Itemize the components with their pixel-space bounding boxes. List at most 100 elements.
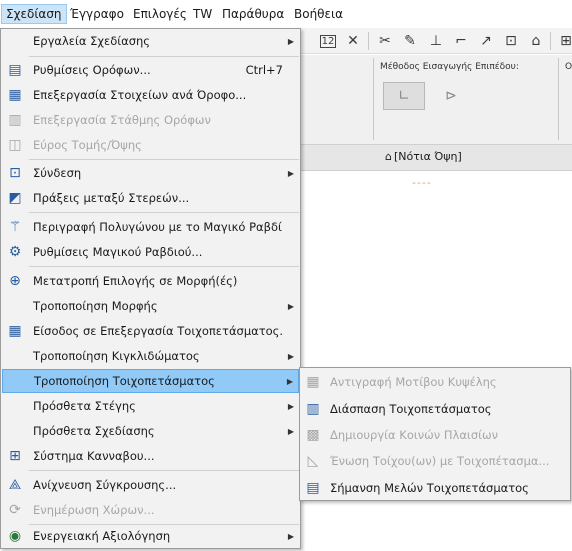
menu-item-label: Τροποποίηση Κιγκλιδώματος bbox=[33, 349, 200, 363]
submenu-item-explode-curtain-wall[interactable]: ▥ Διάσπαση Τοιχοπετάσματος bbox=[301, 396, 569, 421]
submenu-item-label: Αντιγραφή Μοτίβου Κυψέλης bbox=[330, 374, 497, 389]
submenu-arrow-icon: ▶ bbox=[287, 351, 294, 361]
menu-item-update-zones[interactable]: ⟳ Ενημέρωση Χώρων... bbox=[2, 498, 299, 522]
energy-evaluation-icon: ◉ bbox=[8, 528, 22, 544]
submenu-arrow-icon: ▶ bbox=[287, 301, 294, 311]
menu-item-magic-wand-settings[interactable]: ⚙ Ρυθμίσεις Μαγικού Ραβδιού... bbox=[2, 240, 299, 264]
submenu-arrow-icon: ▶ bbox=[286, 376, 293, 386]
story-levels-icon: ▥ bbox=[8, 112, 22, 128]
menu-item-label: Πρόσθετα Σχεδίασης bbox=[33, 424, 155, 438]
menu-item-label: Επεξεργασία Στάθμης Ορόφων bbox=[33, 113, 211, 127]
toolbar-cross-icon[interactable]: ✕ bbox=[343, 31, 363, 51]
toolbar-12-icon[interactable]: 12 bbox=[318, 31, 338, 51]
method-label-right: Ο bbox=[565, 62, 572, 72]
menu-item-curtain-wall-edit[interactable]: ▦ Είσοδος σε Επεξεργασία Τοιχοπετάσματος… bbox=[2, 319, 299, 343]
method-label: Μέθοδος Εισαγωγής Επιπέδου: bbox=[380, 62, 519, 72]
menu-separator bbox=[29, 212, 299, 213]
menu-item-section-range[interactable]: ◫ Εύρος Τομής/Όψης bbox=[2, 133, 299, 157]
submenu-item-label: Σήμανση Μελών Τοιχοπετάσματος bbox=[330, 480, 529, 495]
menu-item-design-tools[interactable]: Εργαλεία Σχεδίασης ▶ bbox=[2, 29, 299, 53]
menu-item-shortcut: Ctrl+7 bbox=[245, 63, 283, 77]
menu-item-label: Μετατροπή Επιλογής σε Μορφή(ές) bbox=[33, 274, 238, 288]
menu-item-label: Τροποποίηση Μορφής bbox=[33, 299, 158, 313]
drawing-marker: ---- bbox=[412, 176, 432, 189]
house-icon: ⌂ bbox=[385, 150, 392, 163]
menu-separator bbox=[29, 266, 299, 267]
method-button-single[interactable]: ∟ bbox=[383, 82, 425, 110]
info-separator bbox=[558, 58, 559, 140]
curtain-wall-submenu: ▦ Αντιγραφή Μοτίβου Κυψέλης ▥ Διάσπαση Τ… bbox=[299, 367, 571, 501]
merge-wall-icon: ◺ bbox=[307, 452, 319, 469]
submenu-arrow-icon: ▶ bbox=[287, 531, 294, 541]
submenu-item-label: Ένωση Τοίχου(ων) με Τοιχοπέτασμα... bbox=[330, 453, 550, 468]
submenu-item-label-members[interactable]: ▤ Σήμανση Μελών Τοιχοπετάσματος bbox=[301, 475, 569, 500]
method-button-other[interactable]: ⊳ bbox=[430, 82, 472, 110]
menu-item-label: Εργαλεία Σχεδίασης bbox=[33, 34, 151, 48]
submenu-arrow-icon: ▶ bbox=[287, 401, 294, 411]
menu-document[interactable]: Έγγραφο bbox=[66, 4, 128, 24]
submenu-arrow-icon: ▶ bbox=[287, 36, 294, 46]
collision-detection-icon: ⟁ bbox=[8, 477, 22, 493]
menu-item-label: Περιγραφή Πολυγώνου με το Μαγικό Ραβδί bbox=[33, 220, 282, 234]
menu-item-modify-morph[interactable]: Τροποποίηση Μορφής ▶ bbox=[2, 294, 299, 318]
menu-item-convert-to-morph[interactable]: ⊕ Μετατροπή Επιλογής σε Μορφή(ές) bbox=[2, 269, 299, 293]
submenu-item-label: Δημιουργία Κοινών Πλαισίων bbox=[330, 427, 499, 442]
solid-operations-icon: ◩ bbox=[8, 190, 22, 206]
menu-windows[interactable]: Παράθυρα bbox=[218, 4, 288, 24]
menu-item-label: Τροποποίηση Τοιχοπετάσματος bbox=[34, 374, 215, 388]
menu-item-label: Επεξεργασία Στοιχείων ανά Όροφο... bbox=[33, 88, 247, 102]
curve-icon[interactable]: ↗ bbox=[476, 31, 496, 51]
resize-icon[interactable]: ⊡ bbox=[501, 31, 521, 51]
submenu-item-merge-wall[interactable]: ◺ Ένωση Τοίχου(ων) με Τοιχοπέτασμα... bbox=[301, 448, 569, 473]
menu-separator bbox=[29, 159, 299, 160]
house-icon[interactable]: ⌂ bbox=[526, 31, 546, 51]
submenu-item-copy-cell-pattern[interactable]: ▦ Αντιγραφή Μοτίβου Κυψέλης bbox=[301, 369, 569, 394]
menu-item-magic-wand[interactable]: ⚚ Περιγραφή Πολυγώνου με το Μαγικό Ραβδί bbox=[2, 215, 299, 239]
magic-wand-icon: ⚚ bbox=[8, 219, 22, 235]
toolbar-separator bbox=[368, 32, 369, 50]
grid-icon[interactable]: ⊞ bbox=[556, 31, 572, 51]
menu-separator bbox=[29, 470, 299, 471]
menu-item-label: Πρόσθετα Στέγης bbox=[33, 399, 136, 413]
menu-item-story-levels[interactable]: ▥ Επεξεργασία Στάθμης Ορόφων bbox=[2, 108, 299, 132]
menu-item-story-settings[interactable]: ▤ Ρυθμίσεις Ορόφων... Ctrl+7 bbox=[2, 58, 299, 82]
menu-separator bbox=[29, 56, 299, 57]
story-settings-icon: ▤ bbox=[8, 62, 22, 78]
menu-item-edit-by-story[interactable]: ▦ Επεξεργασία Στοιχείων ανά Όροφο... bbox=[2, 83, 299, 107]
update-zones-icon: ⟳ bbox=[9, 502, 21, 518]
connect-icon: ⊡ bbox=[9, 165, 21, 181]
menu-item-label: Ρυθμίσεις Μαγικού Ραβδιού... bbox=[33, 245, 203, 259]
elevate-icon[interactable]: ⊥ bbox=[426, 31, 446, 51]
label-members-icon: ▤ bbox=[306, 479, 320, 496]
scissors-icon[interactable]: ✂ bbox=[375, 31, 395, 51]
menu-options[interactable]: Επιλογές bbox=[129, 4, 191, 24]
grid-system-icon: ⊞ bbox=[9, 448, 21, 464]
menu-item-modify-curtain-wall[interactable]: Τροποποίηση Τοιχοπετάσματος ▶ bbox=[2, 369, 299, 393]
tab-south-view[interactable]: ⌂ [Νότια Όψη] bbox=[385, 150, 462, 163]
menu-item-connect[interactable]: ⊡ Σύνδεση ▶ bbox=[2, 161, 299, 185]
corner-icon[interactable]: ⌐ bbox=[451, 31, 471, 51]
menu-bar: Σχεδίαση Έγγραφο Επιλογές TW Παράθυρα Βο… bbox=[0, 0, 572, 28]
magic-wand-settings-icon: ⚙ bbox=[8, 244, 22, 260]
menu-item-label: Ενημέρωση Χώρων... bbox=[33, 503, 155, 517]
menu-item-energy-evaluation[interactable]: ◉ Ενεργειακή Αξιολόγηση ▶ bbox=[2, 524, 299, 548]
eyedropper-icon[interactable]: ✎ bbox=[400, 31, 420, 51]
menu-design[interactable]: Σχεδίαση bbox=[1, 4, 67, 24]
menu-item-modify-railing[interactable]: Τροποποίηση Κιγκλιδώματος ▶ bbox=[2, 344, 299, 368]
menu-item-label: Ρυθμίσεις Ορόφων... bbox=[33, 63, 151, 77]
menu-tw[interactable]: TW bbox=[189, 4, 216, 24]
menu-item-design-extras[interactable]: Πρόσθετα Σχεδίασης ▶ bbox=[2, 419, 299, 443]
menu-help[interactable]: Βοήθεια bbox=[290, 4, 347, 24]
edit-by-story-icon: ▦ bbox=[8, 87, 22, 103]
menu-item-solid-operations[interactable]: ◩ Πράξεις μεταξύ Στερεών... bbox=[2, 186, 299, 210]
toolbar-separator bbox=[550, 32, 551, 50]
submenu-item-create-common-frames[interactable]: ▩ Δημιουργία Κοινών Πλαισίων bbox=[301, 422, 569, 447]
menu-item-label: Ενεργειακή Αξιολόγηση bbox=[33, 529, 171, 543]
info-separator bbox=[373, 58, 374, 140]
menu-item-roof-extras[interactable]: Πρόσθετα Στέγης ▶ bbox=[2, 394, 299, 418]
menu-item-label: Ανίχνευση Σύγκρουσης... bbox=[33, 478, 177, 492]
submenu-item-label: Διάσπαση Τοιχοπετάσματος bbox=[330, 401, 492, 416]
menu-item-grid-system[interactable]: ⊞ Σύστημα Κανναβου... bbox=[2, 444, 299, 468]
submenu-arrow-icon: ▶ bbox=[287, 426, 294, 436]
menu-item-collision-detection[interactable]: ⟁ Ανίχνευση Σύγκρουσης... bbox=[2, 473, 299, 497]
